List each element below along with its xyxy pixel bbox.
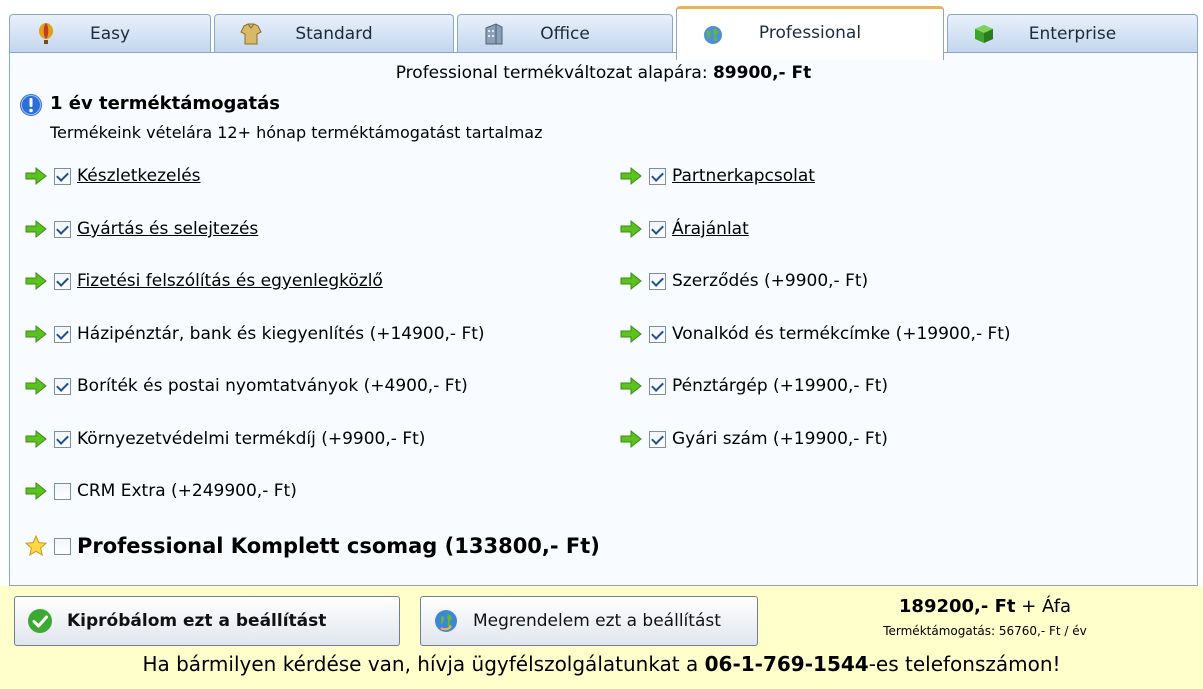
option-checkbox[interactable] [649,325,666,343]
option-checkbox[interactable] [54,377,71,395]
option-label: Házipénztár, bank és kiegyenlítés (+1490… [77,324,485,344]
option-checkbox[interactable] [649,272,666,290]
option-checkbox[interactable] [54,272,71,290]
arrow-right-icon [619,217,643,241]
arrow-right-icon [24,164,48,188]
option-label[interactable]: Gyártás és selejtezés [77,219,258,239]
arrow-right-icon [619,322,643,346]
product-tabs: Easy Standard Office Professional Enterp… [0,0,1203,60]
option-hazipenztar[interactable]: Házipénztár, bank és kiegyenlítés (+1490… [24,322,485,346]
arrow-right-icon [24,217,48,241]
tab-easy[interactable]: Easy [9,14,211,52]
option-fizetesi-felszolitas[interactable]: Fizetési felszólítás és egyenlegközlő [24,269,383,293]
base-price-value: 89900,- Ft [712,63,812,83]
option-keszletkezeles[interactable]: Készletkezelés [24,164,201,188]
option-checkbox[interactable] [54,325,71,343]
arrow-right-icon [24,427,48,451]
option-label: Vonalkód és termékcímke (+19900,- Ft) [672,324,1011,344]
tab-office[interactable]: Office [457,14,673,52]
order-setup-button[interactable]: Megrendelem ezt a beállítást [420,596,758,646]
order-setup-label: Megrendelem ezt a beállítást [473,611,721,631]
option-checkbox[interactable] [54,482,71,500]
option-checkbox[interactable] [54,537,71,555]
option-arajanlat[interactable]: Árajánlat [619,217,749,241]
option-label: Boríték és postai nyomtatványok (+4900,-… [77,376,468,396]
try-setup-button[interactable]: Kipróbálom ezt a beállítást [14,596,400,646]
arrow-right-icon [24,322,48,346]
options-panel: Professional termékváltozat alapára: 899… [9,52,1198,586]
option-label: CRM Extra (+249900,- Ft) [77,481,297,501]
arrow-right-icon [619,164,643,188]
try-setup-label: Kipróbálom ezt a beállítást [67,611,327,631]
support-title: 1 év terméktámogatás [50,93,280,114]
option-checkbox[interactable] [649,220,666,238]
arrow-right-icon [24,269,48,293]
tab-professional[interactable]: Professional [676,6,944,60]
total-price-suffix: + Áfa [1015,596,1072,617]
arrow-right-icon [24,374,48,398]
tab-label: Easy [89,23,131,44]
option-label: Professional Komplett csomag (133800,- F… [77,534,600,558]
help-text-suffix: -es telefonszámon! [868,652,1061,676]
help-phone: 06-1-769-1544 [704,652,869,676]
base-price: Professional termékváltozat alapára: 899… [10,63,1197,83]
globe-refresh-icon [433,608,459,634]
option-checkbox[interactable] [54,430,71,448]
tab-label: Office [540,23,590,44]
option-label: Szerződés (+9900,- Ft) [672,271,869,291]
option-checkbox[interactable] [649,167,666,185]
option-label: Gyári szám (+19900,- Ft) [672,429,888,449]
total-price-value: 189200,- Ft [898,596,1016,617]
option-checkbox[interactable] [649,377,666,395]
option-label[interactable]: Árajánlat [672,219,749,239]
total-price: 189200,- Ft + Áfa [800,596,1170,617]
check-circle-icon [27,608,53,634]
bottom-bar: Kipróbálom ezt a beállítást Megrendelem … [0,586,1203,689]
tab-label: Standard [295,23,373,44]
option-checkbox[interactable] [649,430,666,448]
option-gyari-szam[interactable]: Gyári szám (+19900,- Ft) [619,427,888,451]
option-boritek[interactable]: Boríték és postai nyomtatványok (+4900,-… [24,374,468,398]
base-price-label: Professional termékváltozat alapára: [395,63,713,83]
tab-standard[interactable]: Standard [214,14,454,52]
tab-label: Enterprise [1028,23,1117,44]
option-label[interactable]: Partnerkapcsolat [672,166,815,186]
option-checkbox[interactable] [54,167,71,185]
arrow-right-icon [619,269,643,293]
option-szerzodes[interactable]: Szerződés (+9900,- Ft) [619,269,868,293]
arrow-right-icon [619,427,643,451]
support-subtitle: Termékeink vételára 12+ hónap terméktámo… [50,123,543,142]
option-vonalkod[interactable]: Vonalkód és termékcímke (+19900,- Ft) [619,322,1011,346]
option-label[interactable]: Készletkezelés [77,166,201,186]
arrow-right-icon [619,374,643,398]
tab-enterprise[interactable]: Enterprise [947,14,1198,52]
option-partnerkapcsolat[interactable]: Partnerkapcsolat [619,164,815,188]
option-label: Környezetvédelmi termékdíj (+9900,- Ft) [77,429,426,449]
option-penztargep[interactable]: Pénztárgép (+19900,- Ft) [619,374,888,398]
support-fee: Terméktámogatás: 56760,- Ft / év [883,624,1087,638]
help-line: Ha bármilyen kérdése van, hívja ügyfélsz… [0,652,1203,676]
option-crm-extra[interactable]: CRM Extra (+249900,- Ft) [24,479,297,503]
option-kornyezetvedelmi[interactable]: Környezetvédelmi termékdíj (+9900,- Ft) [24,427,425,451]
option-label: Pénztárgép (+19900,- Ft) [672,376,888,396]
option-gyartas[interactable]: Gyártás és selejtezés [24,217,258,241]
option-komplett-csomag[interactable]: Professional Komplett csomag (133800,- F… [24,532,600,560]
option-checkbox[interactable] [54,220,71,238]
tab-label: Professional [758,23,862,43]
arrow-right-icon [24,479,48,503]
help-text: Ha bármilyen kérdése van, hívja ügyfélsz… [142,652,705,676]
option-label[interactable]: Fizetési felszólítás és egyenlegközlő [77,271,383,291]
star-icon [24,534,48,558]
info-icon [19,93,43,117]
